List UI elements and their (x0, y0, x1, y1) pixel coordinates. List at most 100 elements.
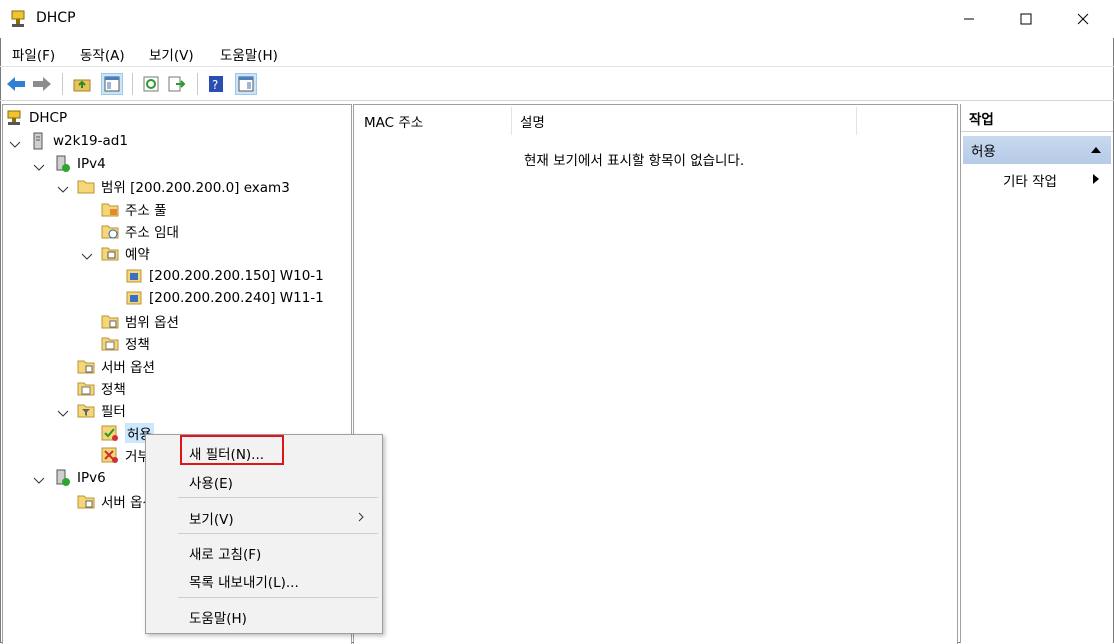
actions-section-label: 허용 (971, 144, 996, 160)
tree-label: 정책 (101, 382, 126, 398)
up-folder-icon[interactable] (72, 74, 92, 94)
menu-action[interactable]: 동작(A) (80, 44, 125, 64)
export-list-icon[interactable] (167, 74, 187, 94)
show-hide-tree-icon[interactable] (101, 73, 123, 95)
tree-label: 범위 [200.200.200.0] exam3 (101, 180, 290, 196)
menu-separator (178, 497, 378, 498)
folder-icon (77, 177, 95, 195)
toolbar: ? (0, 66, 1114, 101)
tree-item-ipv6[interactable]: IPv6 (53, 467, 106, 489)
tree-label: IPv6 (77, 470, 106, 486)
column-divider[interactable] (856, 107, 857, 135)
menu-item-help[interactable]: 도움말(H) (189, 607, 247, 627)
result-list: MAC 주소 설명 현재 보기에서 표시할 항목이 없습니다. (353, 104, 958, 644)
tree-item-server[interactable]: w2k19-ad1 (29, 130, 128, 152)
tree-label: 주소 임대 (125, 225, 179, 241)
tree-item-policies[interactable]: 정책 (77, 377, 126, 399)
tree-item-address-leases[interactable]: 주소 임대 (101, 220, 179, 242)
toolbar-divider (0, 100, 1114, 101)
dhcp-app-icon (8, 9, 28, 29)
tree-item-scope-policies[interactable]: 정책 (101, 332, 150, 354)
address-pool-icon (101, 200, 119, 218)
tree-label: 주소 풀 (125, 203, 167, 219)
filter-icon (77, 401, 95, 419)
server-icon (29, 132, 47, 150)
close-button[interactable] (1060, 0, 1106, 38)
tree-item-deny[interactable]: 거부 (101, 444, 150, 466)
tree-item-address-pool[interactable]: 주소 풀 (101, 198, 167, 220)
column-header-mac[interactable]: MAC 주소 (364, 105, 423, 137)
tree-label: IPv4 (77, 156, 106, 172)
tree-label: 서버 옵션 (101, 360, 155, 376)
tree-item-filters[interactable]: 필터 (77, 399, 126, 421)
menu-item-refresh[interactable]: 새로 고침(F) (189, 543, 261, 563)
tree-item-server-options[interactable]: 서버 옵션 (77, 355, 155, 377)
more-actions-item[interactable]: 기타 작업 (1003, 170, 1057, 190)
collapse-up-icon[interactable] (1091, 146, 1101, 154)
tree-label: w2k19-ad1 (53, 133, 128, 149)
tree-label: DHCP (29, 110, 68, 126)
tree-item-scope[interactable]: 범위 [200.200.200.0] exam3 (77, 175, 290, 197)
toolbar-separator (132, 73, 133, 95)
ipv6-icon (53, 469, 71, 487)
chevron-down-icon[interactable] (33, 162, 45, 174)
forward-icon[interactable] (32, 74, 52, 94)
address-leases-icon (101, 222, 119, 240)
tree-label: [200.200.200.150] W10-1 (149, 268, 324, 284)
tree-item-reservation-2[interactable]: [200.200.200.240] W11-1 (125, 287, 324, 309)
tree-item-dhcp[interactable]: DHCP (5, 107, 67, 129)
toolbar-separator (197, 73, 198, 95)
column-divider[interactable] (511, 107, 512, 135)
chevron-down-icon[interactable] (33, 475, 45, 487)
tree-item-reservations[interactable]: 예약 (101, 242, 150, 264)
tree-label: [200.200.200.240] W11-1 (149, 290, 324, 306)
reservations-icon (101, 244, 119, 262)
chevron-down-icon[interactable] (57, 408, 69, 420)
ipv4-icon (53, 155, 71, 173)
tree-item-scope-options[interactable]: 범위 옵션 (101, 310, 179, 332)
policies-icon (77, 379, 95, 397)
context-menu: 새 필터(N)... 사용(E) 보기(V) 새로 고침(F) 목록 내보내기(… (145, 434, 383, 634)
chevron-down-icon[interactable] (81, 251, 93, 263)
tree-label: 예약 (125, 247, 150, 263)
tree-label: 정책 (125, 337, 150, 353)
menu-view[interactable]: 보기(V) (149, 44, 194, 64)
maximize-button[interactable] (1003, 0, 1049, 38)
reservation-icon (125, 289, 143, 307)
refresh-icon[interactable] (141, 74, 161, 94)
help-icon[interactable]: ? (206, 74, 226, 94)
menu-item-export-list[interactable]: 목록 내보내기(L)... (189, 571, 299, 591)
tree-label: 범위 옵션 (125, 315, 179, 331)
svg-text:?: ? (212, 78, 218, 92)
tree-item-ipv6-server-options[interactable]: 서버 옵션 (77, 490, 155, 512)
policies-icon (101, 334, 119, 352)
menu-file[interactable]: 파일(F) (12, 44, 55, 64)
minimize-button[interactable] (946, 0, 992, 38)
actions-title: 작업 (961, 104, 1113, 132)
options-icon (101, 312, 119, 330)
tree-label: 필터 (101, 404, 126, 420)
column-header-description[interactable]: 설명 (520, 105, 545, 137)
menu-item-new-filter[interactable]: 새 필터(N)... (189, 443, 264, 463)
title-bar: DHCP (0, 0, 1114, 38)
tree-item-reservation-1[interactable]: [200.200.200.150] W10-1 (125, 265, 324, 287)
submenu-arrow-icon (1093, 174, 1099, 184)
actions-pane: 작업 허용 기타 작업 (960, 104, 1113, 643)
toolbar-separator (62, 73, 63, 95)
empty-list-message: 현재 보기에서 표시할 항목이 없습니다. (524, 153, 745, 169)
deny-filter-icon (101, 446, 119, 464)
options-icon (77, 357, 95, 375)
chevron-down-icon[interactable] (57, 184, 69, 196)
chevron-down-icon[interactable] (9, 139, 21, 151)
back-icon[interactable] (6, 74, 26, 94)
menu-item-view[interactable]: 보기(V) (189, 508, 234, 528)
menu-separator (178, 533, 378, 534)
menu-help[interactable]: 도움말(H) (220, 44, 278, 64)
menu-item-enable[interactable]: 사용(E) (189, 472, 233, 492)
show-hide-action-icon[interactable] (235, 73, 257, 95)
actions-section-allow[interactable]: 허용 (963, 136, 1111, 164)
tree-item-ipv4[interactable]: IPv4 (53, 153, 106, 175)
window-title: DHCP (36, 10, 76, 26)
allow-filter-icon (101, 424, 119, 442)
submenu-chevron-icon (358, 512, 364, 522)
